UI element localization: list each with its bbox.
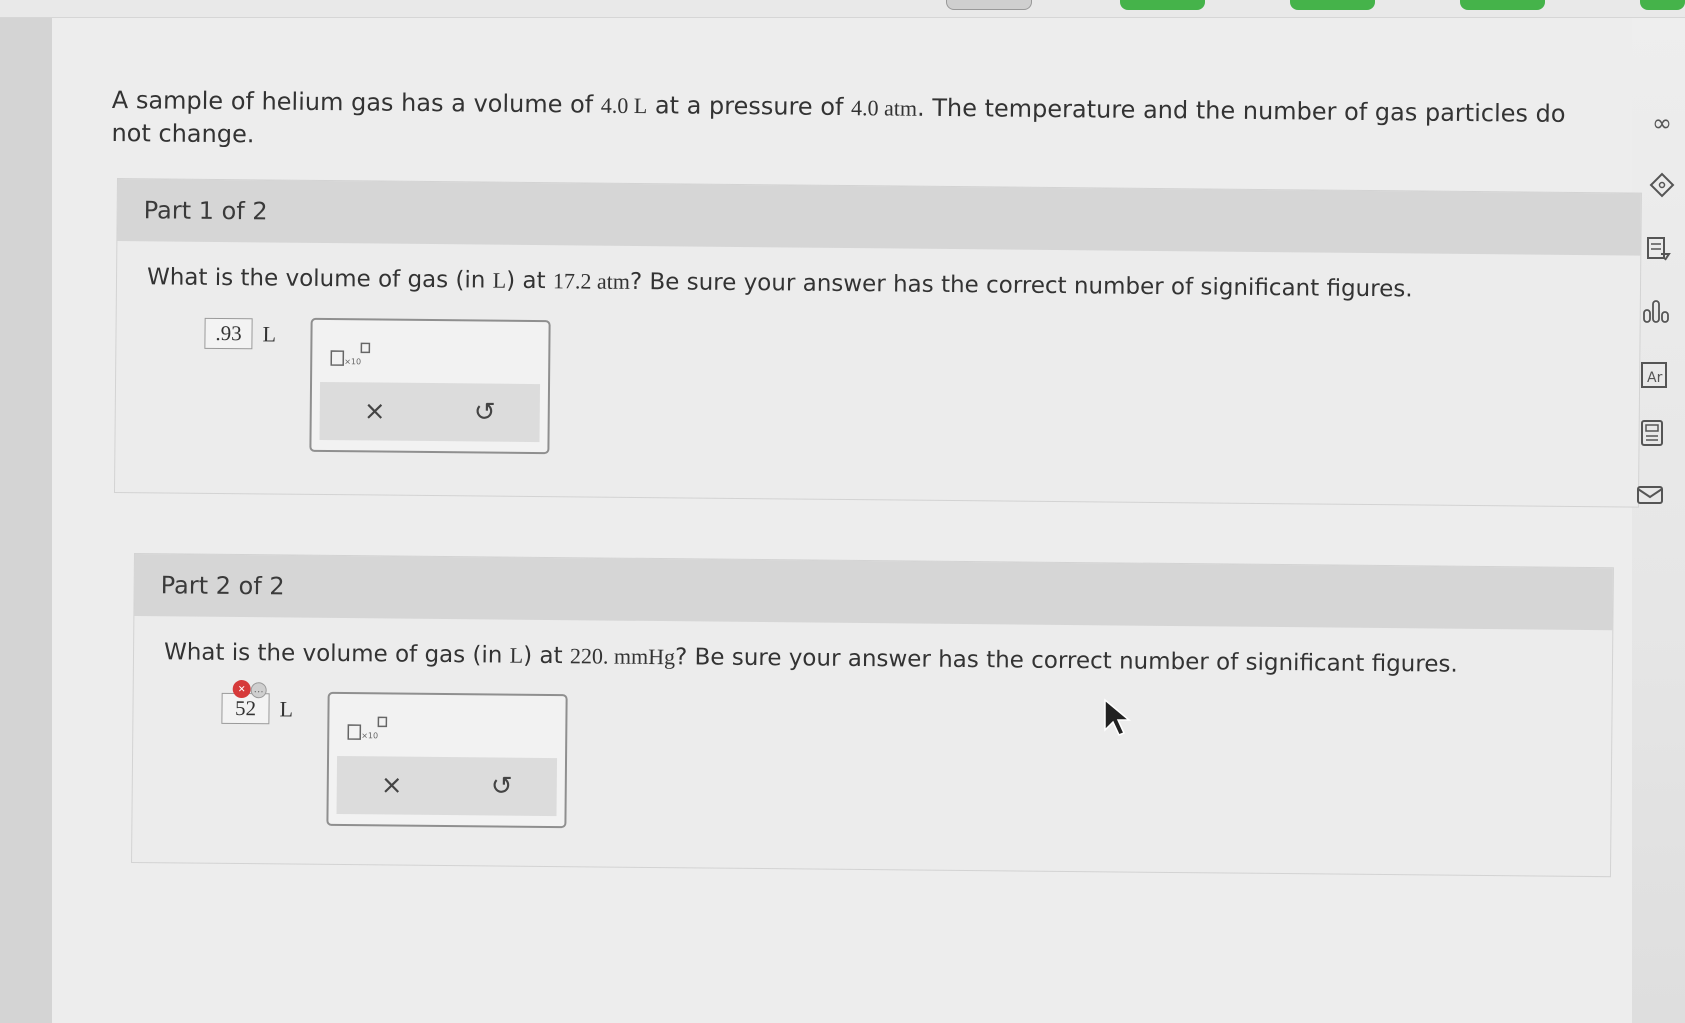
pressure-value: 4.0 atm (850, 95, 918, 121)
part-1-panel: Part 1 of 2 What is the volume of gas (i… (113, 178, 1642, 508)
question-text: What is the volume of gas (in (163, 639, 510, 669)
question-text: ) at (506, 267, 554, 295)
part-1-math-toolbox: ×10 × ↺ (309, 317, 551, 455)
intro-text: A sample of helium gas has a volume of (111, 85, 601, 119)
answer-value: 52 (234, 695, 257, 721)
answer-input[interactable]: .93 (204, 317, 253, 350)
part-2-answer: 52 × … L (221, 679, 294, 725)
part-2-panel: Part 2 of 2 What is the volume of gas (i… (131, 553, 1614, 878)
svg-text:×10: ×10 (344, 357, 361, 366)
error-x-icon: × (232, 679, 251, 699)
pressure-value: 17.2 atm (552, 268, 631, 294)
volume-value: 4.0 L (600, 92, 648, 119)
tag-icon[interactable] (1647, 170, 1677, 200)
question-text: ) at (523, 642, 571, 670)
window-left-edge (0, 0, 52, 1023)
part-2-math-toolbox: ×10 × ↺ (326, 691, 568, 829)
pressure-value: 220. mmHg (569, 643, 676, 670)
top-green-button[interactable] (1640, 0, 1685, 10)
notes-icon[interactable] (1643, 234, 1673, 264)
answer-unit: L (279, 695, 294, 722)
mouse-cursor-icon (1104, 698, 1132, 736)
question-text: ? Be sure your answer has the correct nu… (629, 268, 1413, 303)
answer-unit: L (262, 320, 277, 347)
problem-statement: A sample of helium gas has a volume of 4… (111, 84, 1612, 163)
top-green-button[interactable] (1120, 0, 1205, 10)
part-1-header: Part 1 of 2 (117, 179, 1641, 256)
toolbox-actions: × ↺ (319, 381, 541, 443)
undo-button[interactable]: ↺ (474, 397, 496, 427)
clear-button[interactable]: × (381, 770, 403, 800)
svg-text:Ar: Ar (1647, 370, 1663, 386)
periodic-table-icon[interactable]: Ar (1639, 360, 1669, 390)
undo-button[interactable]: ↺ (491, 771, 513, 801)
clear-button[interactable]: × (364, 396, 386, 426)
top-toolbar-strip (0, 0, 1685, 18)
part-2-header: Part 2 of 2 (134, 554, 1613, 631)
chart-icon[interactable] (1641, 296, 1671, 326)
top-green-button[interactable] (1460, 0, 1545, 10)
right-tool-sidebar: ∞ Ar (1615, 100, 1685, 520)
scientific-notation-icon[interactable]: ×10 (347, 716, 388, 742)
top-green-button[interactable] (1290, 0, 1375, 10)
infinity-icon[interactable]: ∞ (1647, 108, 1677, 138)
question-page: A sample of helium gas has a volume of 4… (52, 18, 1642, 1023)
part-1-question: What is the volume of gas (in L) at 17.2… (147, 264, 1597, 304)
part-1-answer: .93 L (204, 317, 277, 350)
answer-input[interactable]: 52 × … (221, 679, 270, 725)
unit-text: L (509, 642, 524, 668)
scientific-notation-icon[interactable]: ×10 (330, 342, 371, 368)
screen: A sample of helium gas has a volume of 4… (0, 0, 1685, 1023)
info-icon[interactable]: … (250, 682, 267, 699)
question-text: ? Be sure your answer has the correct nu… (674, 644, 1458, 678)
question-text: What is the volume of gas (in (146, 264, 493, 294)
mail-icon[interactable] (1635, 480, 1665, 510)
top-tab-button[interactable] (946, 0, 1032, 10)
part-2-question: What is the volume of gas (in L) at 220.… (164, 639, 1614, 679)
unit-text: L (492, 267, 507, 293)
svg-text:×10: ×10 (361, 731, 378, 740)
calculator-icon[interactable] (1637, 418, 1667, 448)
toolbox-actions: × ↺ (336, 755, 558, 817)
intro-text: at a pressure of (647, 91, 852, 122)
